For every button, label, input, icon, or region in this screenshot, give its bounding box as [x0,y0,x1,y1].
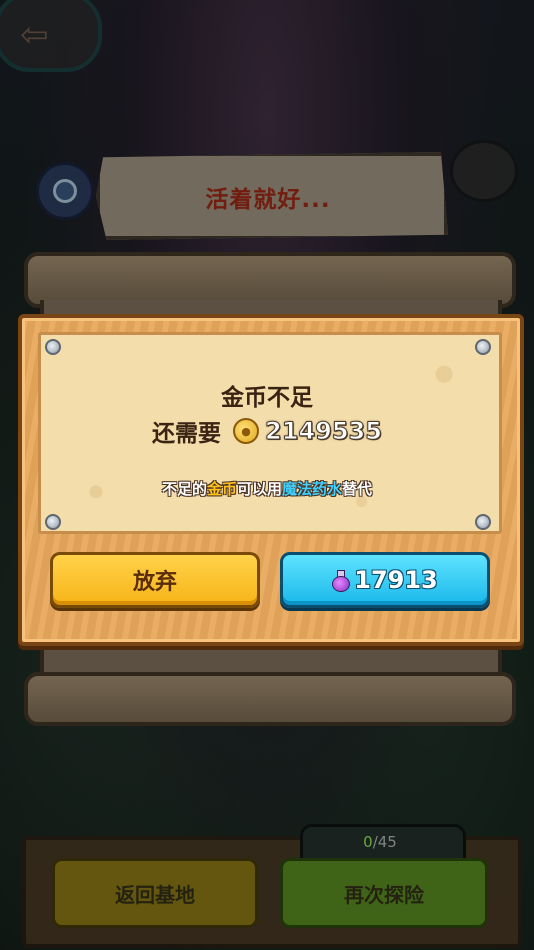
use-potion-button[interactable]: 17913 [280,552,490,608]
rivet-icon [475,514,491,530]
potion-amount: 17913 [354,566,438,594]
gold-coin-icon: ● [233,418,260,444]
rivet-icon [475,339,491,355]
hint-part3: 替代 [342,480,373,498]
required-amount-row: 还需要 ● 2149535 [38,414,496,448]
hint-part2: 可以用 [236,480,282,498]
rivet-icon [45,339,61,355]
hint-potion-word: 魔法药水 [282,480,343,498]
abandon-label: 放弃 [132,570,177,595]
need-amount: 2149535 [265,417,383,446]
magic-potion-icon [332,570,351,592]
hint-text: 不足的金币可以用魔法药水替代 [38,478,496,499]
need-label: 还需要 [152,421,222,447]
hint-part1: 不足的 [161,480,207,498]
hint-gold-word: 金币 [206,480,237,498]
rivet-icon [45,514,61,530]
abandon-button[interactable]: 放弃 [50,552,260,608]
dialog-message: 金币不足 [221,385,313,411]
